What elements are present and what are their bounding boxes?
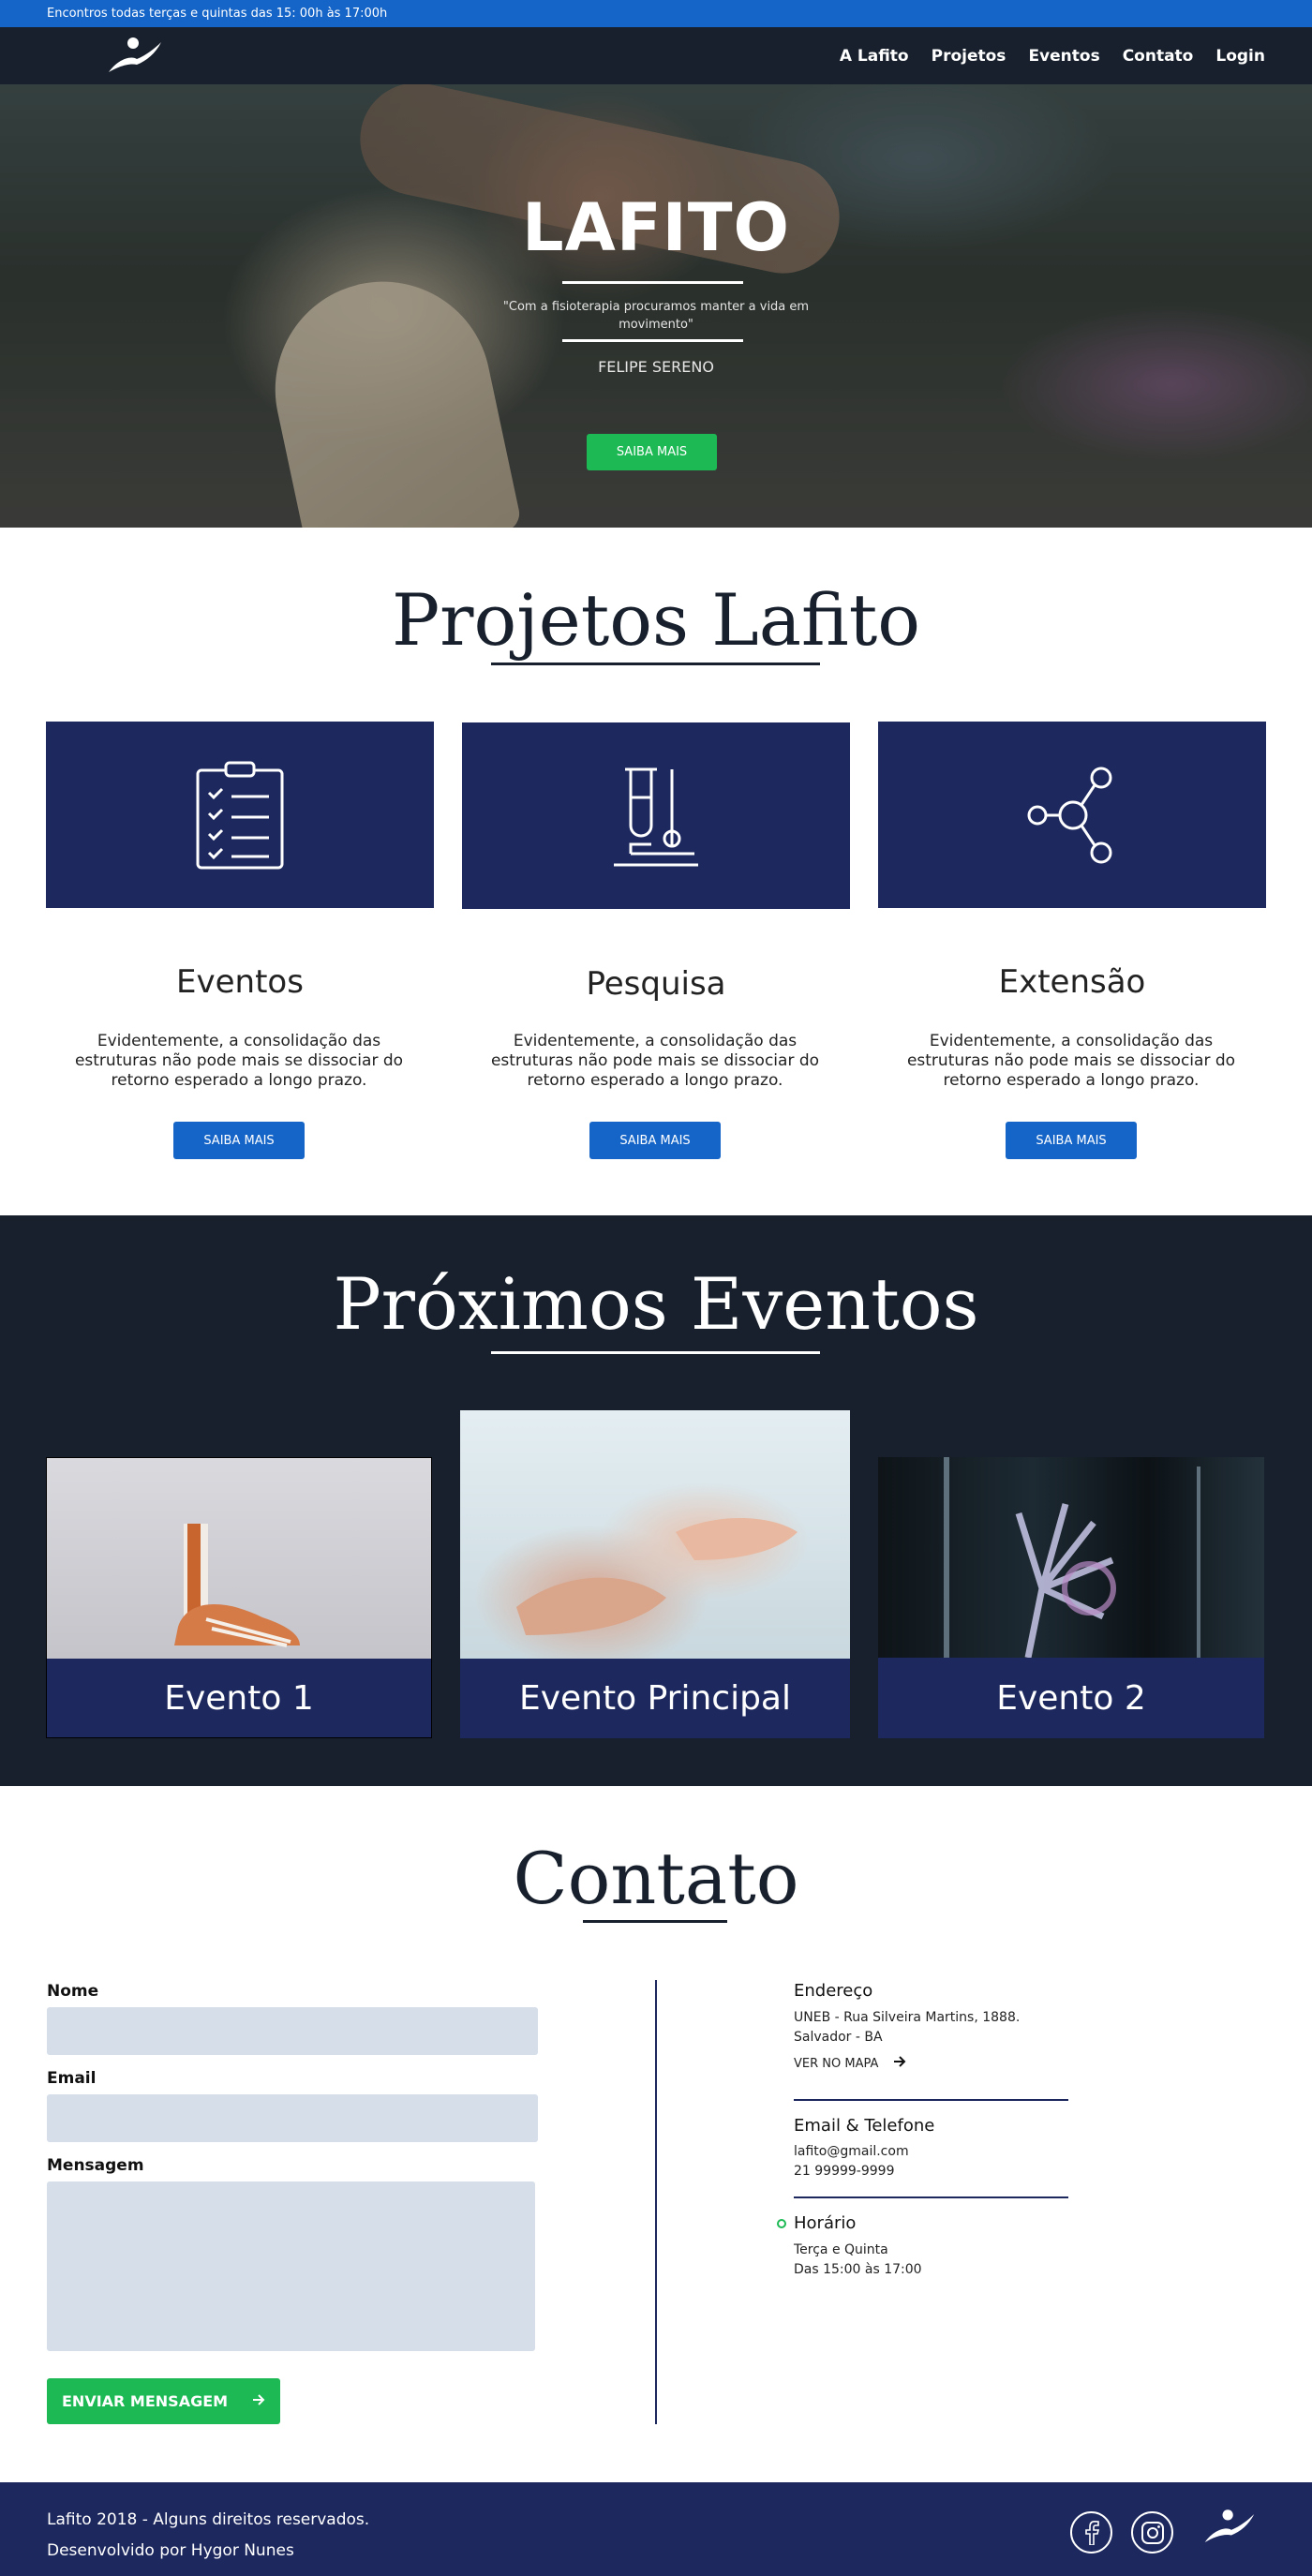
project-name-extensao: Extensão	[998, 963, 1146, 1001]
project-card-eventos-image	[46, 722, 434, 908]
checklist-clipboard-icon	[196, 761, 284, 869]
instagram-icon[interactable]	[1131, 2511, 1173, 2554]
view-map-link[interactable]: VER NO MAPA	[794, 2055, 906, 2072]
lafito-logo-icon[interactable]	[105, 35, 165, 78]
hours-days: Terça e Quinta	[794, 2242, 888, 2257]
events-section: Próximos Eventos Evento 1 Evento Princip…	[0, 1215, 1312, 1786]
message-label: Mensagem	[47, 2156, 144, 2175]
footer: Lafito 2018 - Alguns direitos reservados…	[0, 2482, 1312, 2576]
event-label-2: Evento 2	[878, 1658, 1264, 1738]
message-textarea[interactable]	[47, 2181, 535, 2351]
nav-link-eventos[interactable]: Eventos	[1028, 47, 1099, 66]
contact-title: Contato	[513, 1837, 799, 1920]
hours-status-dot-icon	[777, 2219, 786, 2228]
info-divider-2	[794, 2196, 1068, 2198]
lab-test-tube-icon	[614, 767, 698, 866]
contact-email: lafito@gmail.com	[794, 2144, 909, 2159]
foot-skeleton-model-photo	[47, 1458, 431, 1659]
events-title-underline	[491, 1351, 820, 1354]
name-input[interactable]	[47, 2007, 538, 2055]
email-input[interactable]	[47, 2094, 538, 2142]
hero-divider-bottom	[562, 339, 743, 342]
nav-links: A Lafito Projetos Eventos Contato Login	[840, 27, 1265, 84]
nav-link-a-lafito[interactable]: A Lafito	[840, 47, 909, 66]
events-title: Próximos Eventos	[333, 1262, 979, 1346]
project-name-pesquisa: Pesquisa	[586, 965, 726, 1003]
address-line-2: Salvador - BA	[794, 2030, 883, 2045]
extensao-saiba-mais-button[interactable]: SAIBA MAIS	[1006, 1122, 1137, 1159]
project-card-extensao-image	[878, 722, 1266, 908]
contact-divider	[655, 1980, 657, 2424]
hero-title: LAFITO	[522, 189, 790, 266]
hero-saiba-mais-button[interactable]: SAIBA MAIS	[587, 434, 717, 470]
email-label: Email	[47, 2069, 97, 2088]
facebook-icon[interactable]	[1070, 2511, 1112, 2554]
event-card-principal[interactable]: Evento Principal	[460, 1410, 850, 1738]
project-card-pesquisa-image	[462, 722, 850, 909]
projects-title-underline	[491, 663, 820, 665]
send-message-label: ENVIAR MENSAGEM	[62, 2392, 229, 2410]
arrow-right-icon	[893, 2055, 906, 2072]
back-massage-photo	[460, 1410, 850, 1659]
project-description-extensao: Evidentemente, a consolidação das estrut…	[906, 1032, 1236, 1090]
hero-author: FELIPE SERENO	[598, 358, 714, 376]
hand-xray-photo	[878, 1457, 1264, 1659]
lafito-footer-logo-icon	[1201, 2504, 1258, 2551]
info-divider-1	[794, 2099, 1068, 2101]
send-message-button[interactable]: ENVIAR MENSAGEM	[47, 2378, 280, 2424]
hero-banner: LAFITO "Com a fisioterapia procuramos ma…	[0, 84, 1312, 528]
hours-time: Das 15:00 às 17:00	[794, 2262, 922, 2277]
contact-title-underline	[583, 1920, 727, 1923]
nav-link-contato[interactable]: Contato	[1123, 47, 1194, 66]
view-map-label: VER NO MAPA	[794, 2056, 879, 2071]
address-heading: Endereço	[794, 1981, 873, 2001]
share-network-icon	[1027, 767, 1112, 863]
eventos-saiba-mais-button[interactable]: SAIBA MAIS	[173, 1122, 305, 1159]
schedule-notice: Encontros todas terças e quintas das 15:…	[47, 7, 388, 21]
navbar: A Lafito Projetos Eventos Contato Login	[0, 27, 1312, 84]
nav-link-login[interactable]: Login	[1215, 47, 1265, 66]
phone-heading: Email & Telefone	[794, 2116, 935, 2136]
projects-title: Projetos Lafito	[392, 578, 920, 662]
address-line-1: UNEB - Rua Silveira Martins, 1888.	[794, 2010, 1021, 2025]
event-card-2[interactable]: Evento 2	[878, 1457, 1264, 1738]
event-label-principal: Evento Principal	[460, 1659, 850, 1738]
project-name-eventos: Eventos	[176, 963, 304, 1001]
footer-developer: Desenvolvido por Hygor Nunes	[47, 2541, 294, 2560]
arrow-right-icon	[252, 2392, 265, 2410]
event-label-1: Evento 1	[47, 1659, 431, 1737]
nav-link-projetos[interactable]: Projetos	[932, 47, 1006, 66]
footer-copyright: Lafito 2018 - Alguns direitos reservados…	[47, 2510, 370, 2529]
project-description-eventos: Evidentemente, a consolidação das estrut…	[74, 1032, 404, 1090]
name-label: Nome	[47, 1982, 99, 2001]
event-card-1[interactable]: Evento 1	[46, 1457, 432, 1738]
contact-phone: 21 99999-9999	[794, 2164, 895, 2179]
hero-divider-top	[562, 281, 743, 284]
hours-heading: Horário	[794, 2213, 857, 2233]
top-info-bar: Encontros todas terças e quintas das 15:…	[0, 0, 1312, 27]
hero-quote: "Com a fisioterapia procuramos manter a …	[502, 300, 810, 332]
project-description-pesquisa: Evidentemente, a consolidação das estrut…	[490, 1032, 820, 1090]
pesquisa-saiba-mais-button[interactable]: SAIBA MAIS	[589, 1122, 721, 1159]
